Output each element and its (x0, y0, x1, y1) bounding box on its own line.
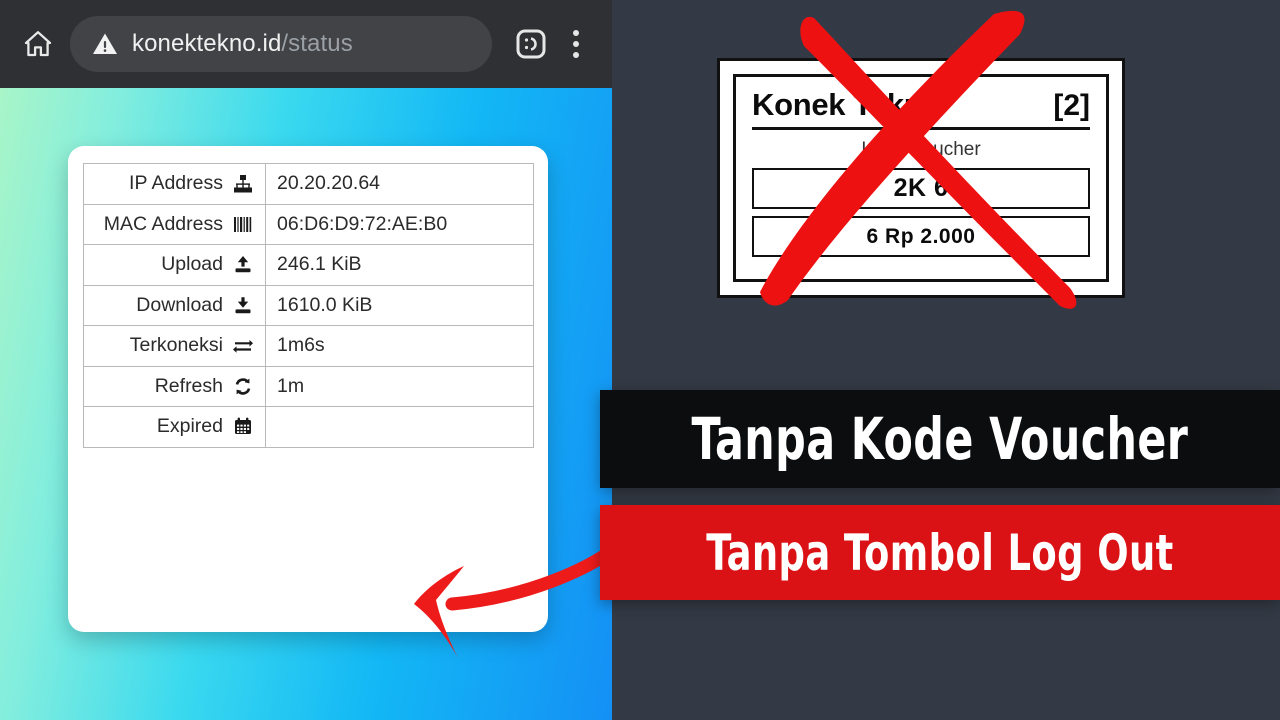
voucher-subtitle: Kode Voucher (861, 139, 981, 160)
row-label-cell: Download (83, 284, 266, 326)
row-label-cell: Terkoneksi (83, 325, 266, 367)
row-value: 06:D6:D9:72:AE:B0 (265, 203, 534, 245)
phone-browser-panel: IP Address 20.20.20.64 MAC Address 06:D6… (0, 0, 612, 720)
url-path: /status (281, 30, 353, 57)
warning-triangle-icon[interactable] (92, 32, 118, 56)
table-row: Refresh 1m (83, 365, 534, 407)
table-row: Expired (83, 406, 534, 448)
voucher-card-inner: Konek Tekno [2] Kode Voucher 2K 6 6 Rp 2… (733, 74, 1109, 282)
table-row: Terkoneksi 1m6s (83, 325, 534, 367)
tab-count-icon[interactable] (508, 21, 554, 67)
row-value: 246.1 KiB (265, 244, 534, 286)
voucher-header: Konek Tekno [2] (752, 87, 1090, 130)
row-value: 1m6s (265, 325, 534, 367)
upload-icon (232, 255, 254, 275)
home-icon[interactable] (14, 20, 62, 68)
screenshot-root: IP Address 20.20.20.64 MAC Address 06:D6… (0, 0, 1280, 720)
row-label: Upload (161, 253, 223, 275)
menu-dot (573, 41, 579, 47)
calendar-icon (232, 417, 254, 437)
headline-banner-secondary-text: Tanpa Tombol Log Out (706, 523, 1174, 582)
headline-banner-secondary: Tanpa Tombol Log Out (600, 505, 1280, 600)
row-label: Download (136, 293, 223, 316)
voucher-price-box: 6 Rp 2.000 (752, 216, 1090, 257)
download-icon (232, 295, 254, 315)
voucher-code-box: 2K 6 (752, 168, 1090, 209)
menu-dot (573, 30, 579, 36)
table-row: MAC Address 06:D6:D9:72:AE:B0 (83, 203, 534, 245)
table-row: Download 1610.0 KiB (83, 284, 534, 326)
row-value: 20.20.20.64 (265, 163, 534, 205)
row-value (265, 406, 534, 448)
status-table: IP Address 20.20.20.64 MAC Address 06:D6… (83, 163, 534, 448)
row-label-cell: IP Address (83, 163, 266, 205)
browser-toolbar: konektekno.id/status (0, 0, 612, 88)
headline-banner-primary-text: Tanpa Kode Voucher (691, 405, 1189, 473)
row-label: MAC Address (103, 212, 223, 235)
voucher-count-badge: [2] (1053, 89, 1090, 122)
overflow-menu-icon[interactable] (554, 22, 598, 66)
row-value: 1m (265, 365, 534, 407)
url-bar[interactable]: konektekno.id/status (70, 16, 492, 72)
menu-dot (573, 52, 579, 58)
barcode-icon (232, 214, 254, 234)
table-row: IP Address 20.20.20.64 (83, 163, 534, 205)
row-label: IP Address (129, 172, 223, 194)
row-label-cell: Expired (83, 406, 266, 448)
row-label-cell: Refresh (83, 365, 266, 407)
sitemap-icon (232, 174, 254, 194)
row-label-cell: MAC Address (83, 203, 266, 245)
table-row: Upload 246.1 KiB (83, 244, 534, 286)
row-value: 1610.0 KiB (265, 284, 534, 326)
status-content-card: IP Address 20.20.20.64 MAC Address 06:D6… (68, 146, 548, 632)
dark-info-panel: Konek Tekno [2] Kode Voucher 2K 6 6 Rp 2… (612, 0, 1280, 720)
url-domain: konektekno.id (132, 30, 282, 57)
headline-banner-primary: Tanpa Kode Voucher (600, 390, 1280, 488)
row-label: Terkoneksi (129, 334, 223, 356)
sync-icon (232, 376, 254, 396)
url-text: konektekno.id/status (132, 32, 353, 56)
row-label: Refresh (154, 374, 223, 397)
row-label-cell: Upload (83, 244, 266, 286)
exchange-icon (232, 336, 254, 356)
row-label: Expired (156, 415, 223, 437)
voucher-card: Konek Tekno [2] Kode Voucher 2K 6 6 Rp 2… (717, 58, 1125, 298)
voucher-brand: Konek Tekno (752, 87, 942, 122)
